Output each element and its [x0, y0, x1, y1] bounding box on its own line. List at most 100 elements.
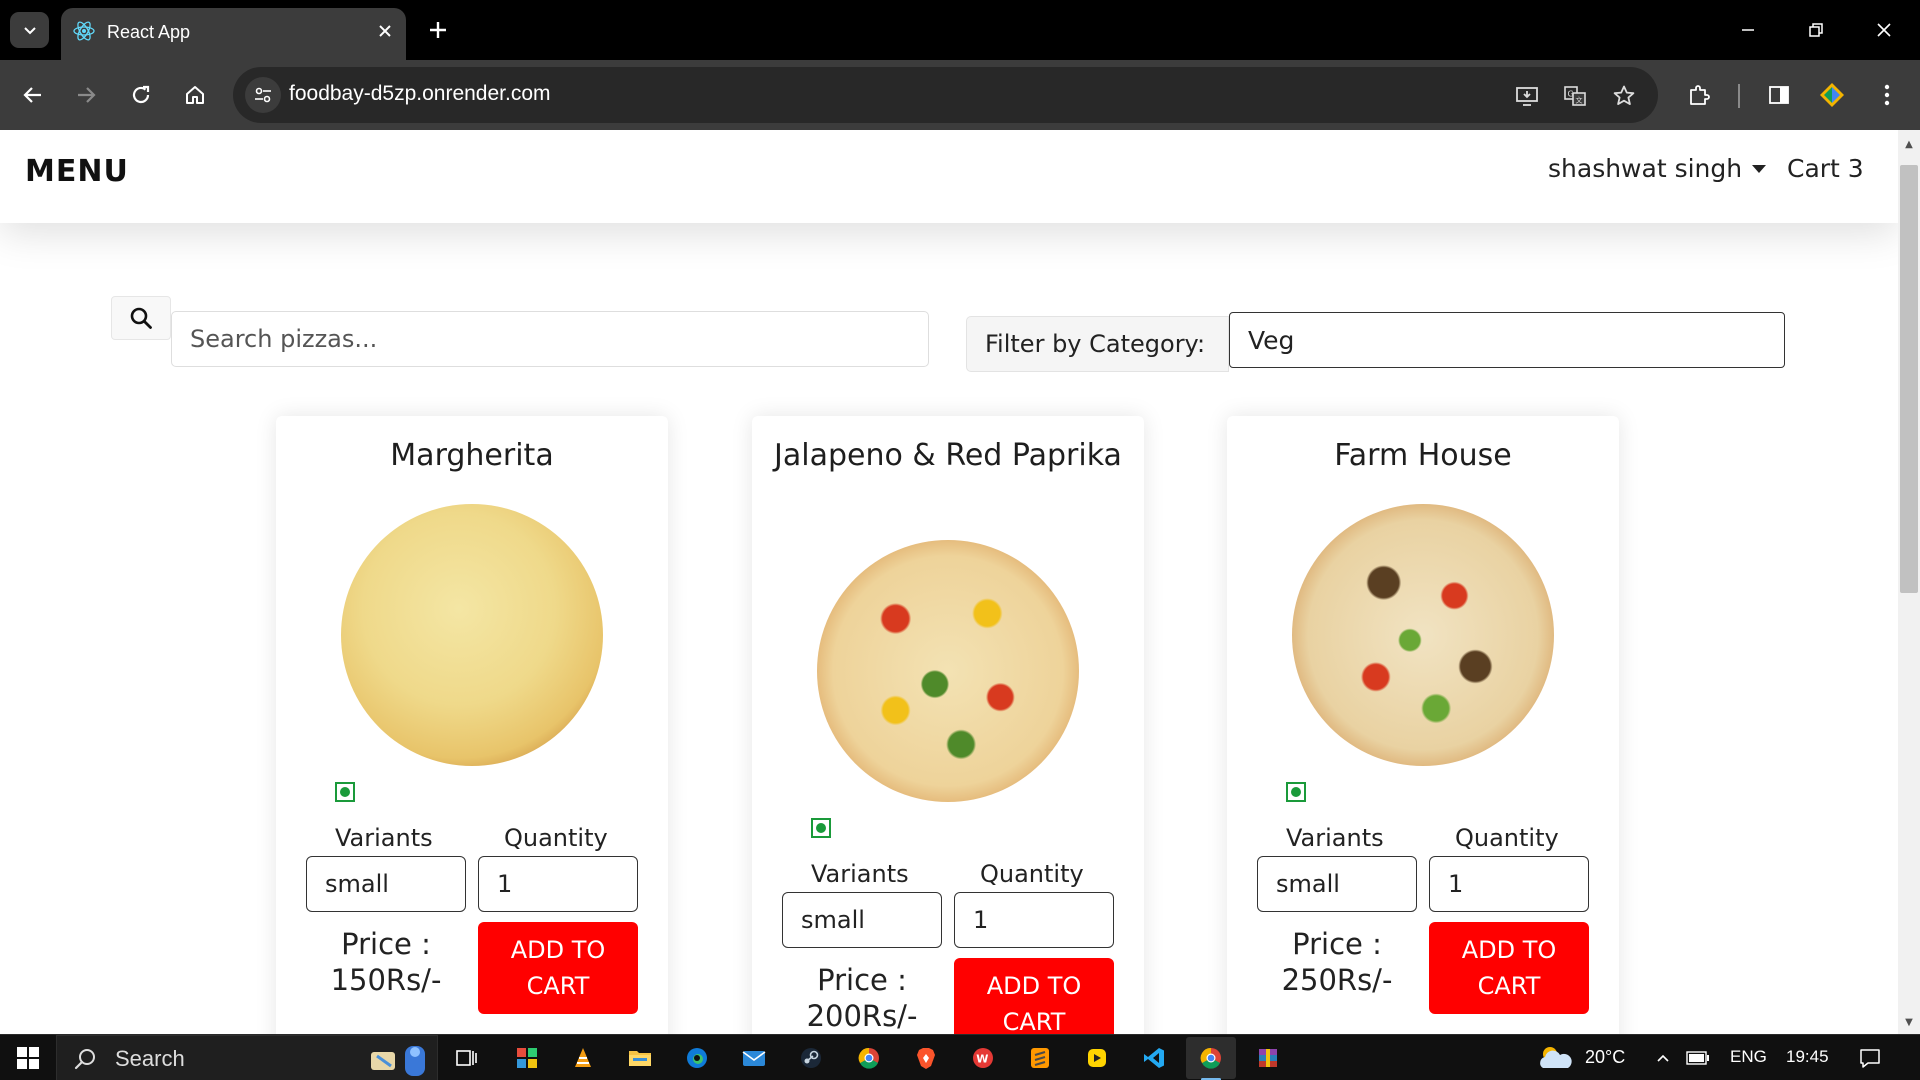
profile-avatar[interactable]: [1813, 76, 1851, 114]
user-name: shashwat singh: [1548, 154, 1743, 183]
price-value: 200Rs/-: [806, 999, 918, 1033]
pizza-image: [341, 504, 603, 766]
chrome-icon[interactable]: [849, 1039, 889, 1077]
winrar-icon[interactable]: [1248, 1039, 1288, 1077]
browser-tab-bar: React App: [0, 0, 1920, 60]
quantity-select[interactable]: 1: [478, 856, 638, 912]
forward-button[interactable]: [67, 76, 105, 114]
extensions-button[interactable]: [1680, 76, 1718, 114]
price-label: Price :: [341, 927, 431, 961]
side-panel-button[interactable]: [1760, 76, 1798, 114]
top-navbar: MENU shashwat singh Cart 3: [0, 130, 1898, 223]
more-vertical-icon: [1884, 84, 1890, 106]
search-icon: [74, 1049, 95, 1070]
url-text: foodbay-d5zp.onrender.com: [289, 82, 551, 105]
sublime-text-icon[interactable]: [1020, 1039, 1060, 1077]
bookmark-star-icon[interactable]: [1608, 80, 1640, 112]
variant-select[interactable]: small: [306, 856, 466, 912]
new-tab-button[interactable]: [422, 14, 454, 46]
vlc-icon[interactable]: [563, 1039, 603, 1077]
scroll-down-arrow[interactable]: ▼: [1900, 1014, 1918, 1032]
quantity-select[interactable]: 1: [954, 892, 1114, 948]
home-button[interactable]: [176, 76, 214, 114]
variant-select[interactable]: small: [782, 892, 942, 948]
show-hidden-icons[interactable]: [1648, 1039, 1678, 1077]
quantity-select[interactable]: 1: [1429, 856, 1589, 912]
veg-indicator-icon: [1286, 782, 1306, 802]
edge-icon[interactable]: [677, 1039, 717, 1077]
windows-taskbar: Search W 20°C ENG 19:45: [0, 1034, 1920, 1080]
reload-button[interactable]: [122, 76, 160, 114]
mail-icon[interactable]: [734, 1039, 774, 1077]
taskbar-search-box[interactable]: Search: [56, 1035, 438, 1080]
svg-text:文: 文: [1576, 96, 1583, 105]
variant-select[interactable]: small: [1257, 856, 1417, 912]
add-to-cart-button[interactable]: ADD TO CART: [478, 922, 638, 1014]
chevron-down-icon: [23, 27, 36, 35]
file-explorer-icon[interactable]: [620, 1039, 660, 1077]
chrome-active-icon[interactable]: [1191, 1039, 1231, 1077]
restore-button[interactable]: [1788, 10, 1844, 50]
user-dropdown[interactable]: shashwat singh: [1548, 154, 1767, 183]
minimize-icon: [1742, 29, 1754, 31]
back-button[interactable]: [14, 76, 52, 114]
price-value: 150Rs/-: [330, 963, 442, 997]
browser-toolbar: foodbay-d5zp.onrender.com G文: [0, 60, 1920, 130]
add-to-cart-button[interactable]: ADD TO CART: [1429, 922, 1589, 1014]
tune-icon: [255, 87, 271, 103]
tab-title: React App: [107, 22, 191, 42]
pizza-card: Margherita Variants Quantity small 1 Pri…: [276, 416, 668, 1034]
weather-cloud-icon[interactable]: [1532, 1039, 1578, 1077]
pizza-card: Jalapeno & Red Paprika Variants Quantity…: [752, 416, 1144, 1034]
battery-icon[interactable]: [1680, 1039, 1716, 1077]
close-tab-icon[interactable]: [372, 18, 398, 44]
pizza-card: Farm House Variants Quantity small 1 Pri…: [1227, 416, 1619, 1034]
svg-text:W: W: [976, 1053, 988, 1066]
office-app-icon[interactable]: [507, 1039, 547, 1077]
tab-search-button[interactable]: [10, 12, 49, 48]
notifications-icon[interactable]: [1850, 1039, 1890, 1077]
input-language[interactable]: ENG: [1730, 1047, 1767, 1067]
search-input[interactable]: [171, 311, 929, 367]
windows-logo-icon: [17, 1047, 39, 1069]
category-select[interactable]: Veg: [1229, 312, 1785, 368]
add-to-cart-button[interactable]: ADD TO CART: [954, 958, 1114, 1034]
weather-temperature: 20°C: [1585, 1047, 1626, 1067]
arrow-right-icon: [78, 87, 96, 103]
scroll-up-arrow[interactable]: ▲: [1900, 136, 1918, 154]
address-bar[interactable]: foodbay-d5zp.onrender.com G文: [233, 67, 1658, 123]
steam-icon[interactable]: [791, 1039, 831, 1077]
price-text: Price : 150Rs/-: [301, 926, 471, 998]
install-app-icon[interactable]: [1511, 80, 1543, 112]
arrow-left-icon: [23, 87, 41, 103]
scrollbar-thumb[interactable]: [1900, 165, 1918, 593]
browser-menu-button[interactable]: [1868, 76, 1906, 114]
task-view-icon[interactable]: [447, 1039, 487, 1077]
search-icon: [130, 307, 152, 329]
minimize-button[interactable]: [1720, 10, 1776, 50]
site-info-button[interactable]: [245, 77, 281, 113]
start-button[interactable]: [8, 1039, 48, 1077]
quantity-label: Quantity: [1455, 824, 1559, 852]
veg-indicator-icon: [335, 782, 355, 802]
variants-label: Variants: [1286, 824, 1384, 852]
pizza-image: [817, 540, 1079, 802]
brave-icon[interactable]: [906, 1039, 946, 1077]
cart-link[interactable]: Cart 3: [1787, 154, 1864, 183]
restore-icon: [1809, 23, 1823, 37]
close-window-button[interactable]: [1856, 10, 1912, 50]
clock-time[interactable]: 19:45: [1786, 1047, 1829, 1067]
browser-tab[interactable]: React App: [61, 8, 406, 60]
vscode-icon[interactable]: [1134, 1039, 1174, 1077]
filter-label: Filter by Category:: [966, 316, 1229, 372]
caret-down-icon: [1752, 164, 1767, 173]
wps-office-icon[interactable]: W: [963, 1039, 1003, 1077]
price-value: 250Rs/-: [1281, 963, 1393, 997]
profile-icon: [1820, 83, 1844, 107]
bluestacks-icon[interactable]: [1077, 1039, 1117, 1077]
plus-icon: [430, 22, 446, 38]
brand-title[interactable]: MENU: [25, 154, 129, 189]
reload-icon: [132, 85, 150, 104]
pizza-name: Farm House: [1334, 438, 1512, 473]
translate-icon[interactable]: G文: [1559, 80, 1591, 112]
